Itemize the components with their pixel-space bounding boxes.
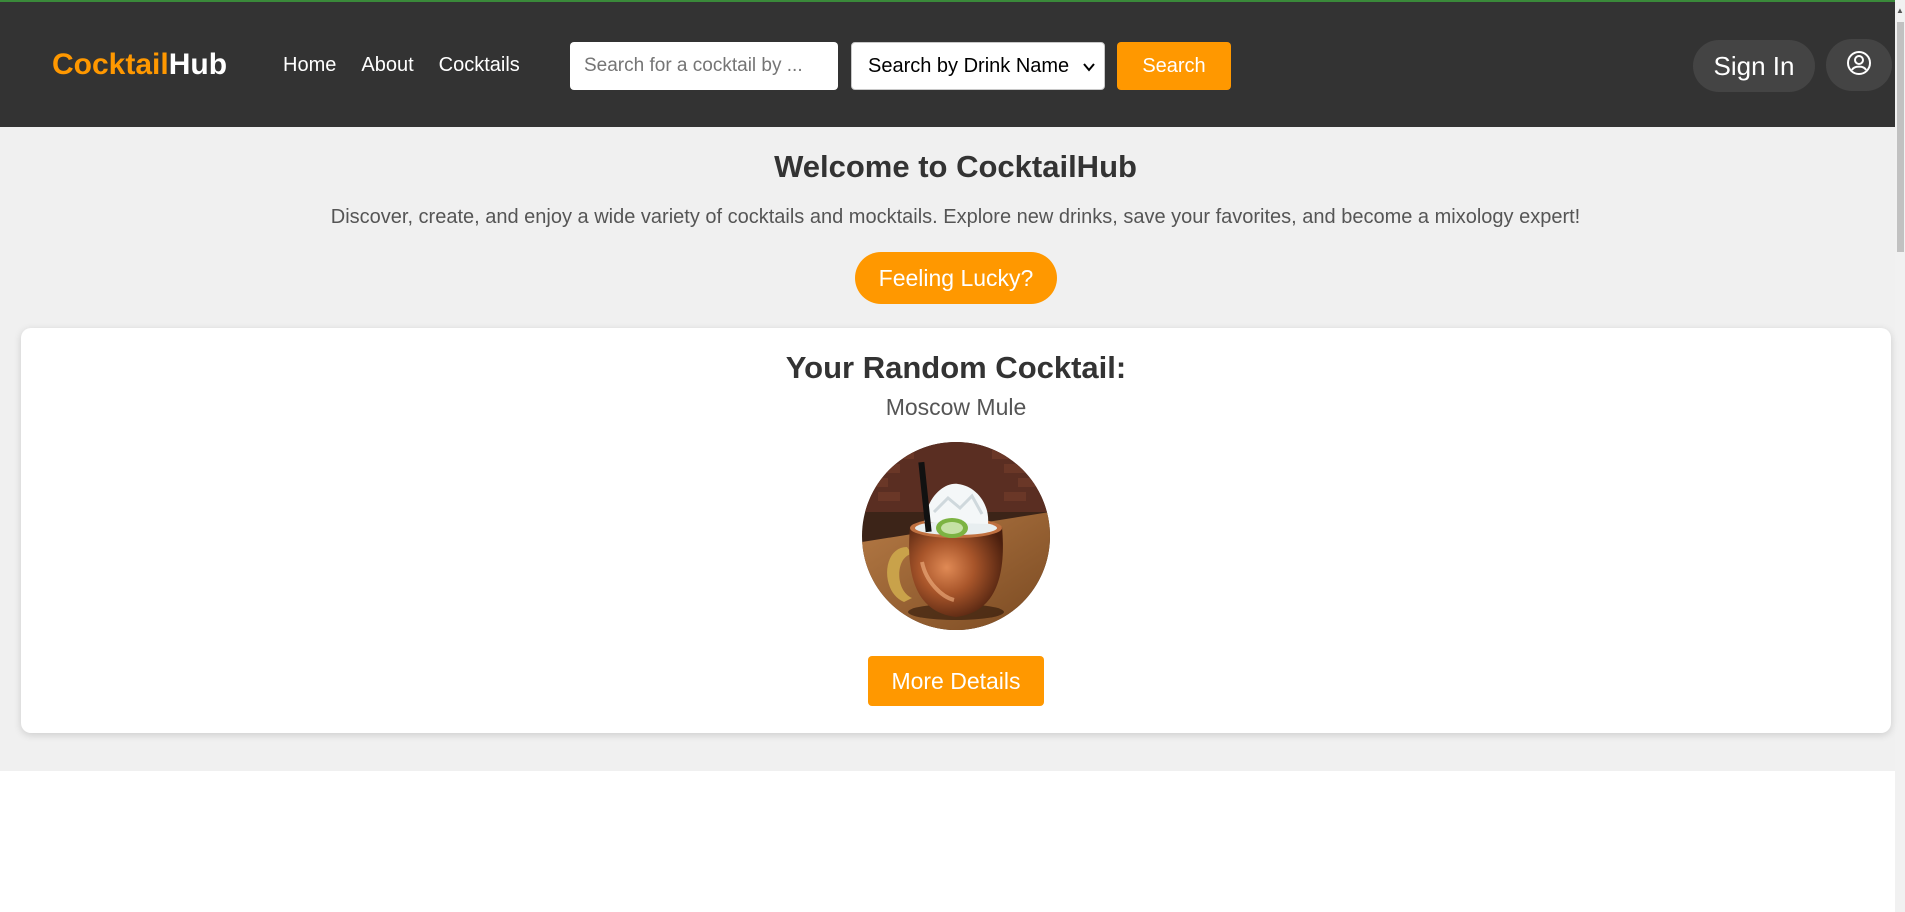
drink-image (862, 442, 1050, 630)
sign-in-button[interactable]: Sign In (1693, 40, 1815, 92)
chevron-down-icon (1082, 57, 1096, 83)
search-mode-select[interactable]: Search by Drink Name (851, 42, 1105, 90)
search-button[interactable]: Search (1117, 42, 1231, 90)
more-details-button[interactable]: More Details (868, 656, 1044, 706)
logo-part-hub: Hub (168, 48, 228, 81)
search-input[interactable] (570, 42, 838, 90)
main-nav: Home About Cocktails (283, 53, 520, 77)
profile-button[interactable] (1826, 39, 1892, 91)
site-logo[interactable]: CocktailHub (52, 48, 227, 82)
nav-about-link[interactable]: About (361, 53, 413, 77)
user-circle-icon (1846, 50, 1872, 81)
random-cocktail-card: Your Random Cocktail: Moscow Mule More D… (21, 328, 1891, 733)
feeling-lucky-button[interactable]: Feeling Lucky? (855, 252, 1057, 304)
search-mode-selected-label: Search by Drink Name (868, 54, 1070, 77)
nav-home-link[interactable]: Home (283, 53, 336, 77)
scroll-up-arrow-icon[interactable]: ▲ (1896, 6, 1904, 15)
drink-name: Moscow Mule (885, 394, 1027, 420)
nav-cocktails-link[interactable]: Cocktails (439, 53, 520, 77)
hero-description: Discover, create, and enjoy a wide varie… (330, 206, 1581, 228)
random-cocktail-title: Your Random Cocktail: (785, 350, 1127, 385)
navbar: CocktailHub Home About Cocktails Search … (0, 2, 1895, 127)
hero-section: Welcome to CocktailHub Discover, create,… (0, 127, 1895, 771)
logo-part-cocktail: Cocktail (52, 48, 169, 81)
page-title: Welcome to CocktailHub (774, 149, 1137, 184)
